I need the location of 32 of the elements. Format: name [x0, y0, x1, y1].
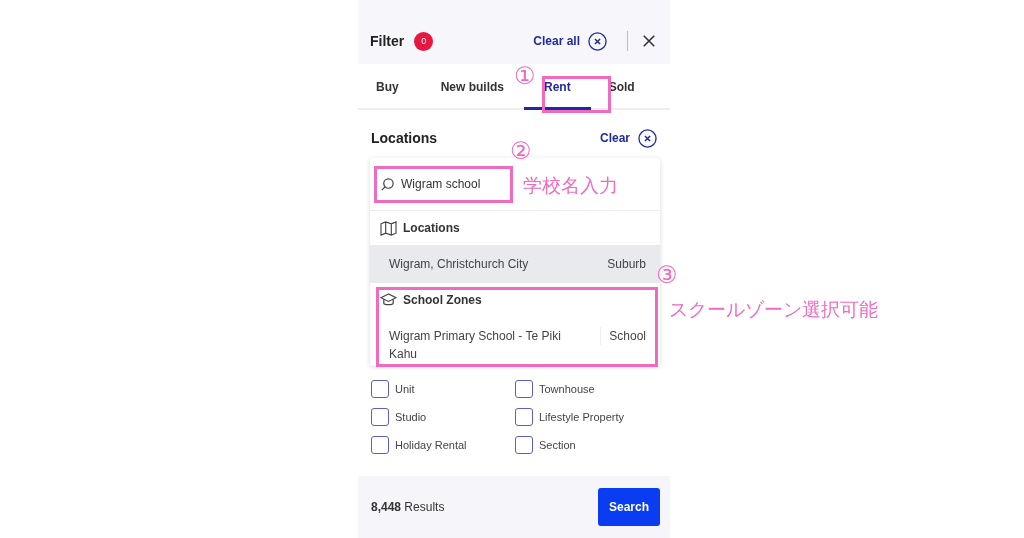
checkbox-label: Lifestyle Property — [539, 411, 624, 423]
annotation-label: スクールゾーン選択可能 — [669, 298, 878, 322]
graduation-cap-icon — [380, 292, 397, 308]
section-heading: Locations — [403, 221, 460, 235]
section-heading: School Zones — [403, 293, 482, 307]
checkbox[interactable] — [371, 380, 389, 398]
count-badge: 0 — [414, 31, 434, 51]
results-count: 8,448 Results — [371, 500, 445, 514]
checkbox-label: Holiday Rental — [395, 439, 467, 451]
search-button[interactable]: Search — [598, 488, 660, 526]
checkbox[interactable] — [515, 436, 533, 454]
checkbox[interactable] — [371, 436, 389, 454]
checkbox-label: Section — [539, 439, 576, 451]
checkbox[interactable] — [515, 380, 533, 398]
locations-heading: Locations — [371, 130, 438, 146]
search-icon — [380, 176, 395, 192]
checkbox-label: Townhouse — [539, 383, 595, 395]
highlight-frame — [542, 76, 611, 113]
filter-title: Filter — [370, 33, 405, 49]
clear-icon[interactable] — [588, 31, 607, 51]
checkbox-label: Studio — [395, 411, 427, 423]
checkbox[interactable] — [371, 408, 389, 426]
annotation-label: 学校名入力 — [523, 174, 618, 198]
clear-button[interactable]: Clear — [599, 131, 630, 145]
tab[interactable]: Buy — [362, 64, 413, 110]
close-icon[interactable] — [642, 34, 656, 48]
clear-all-button[interactable]: Clear all — [533, 34, 580, 48]
checkbox[interactable] — [515, 408, 533, 426]
map-icon — [380, 220, 397, 236]
checkbox-label: Unit — [395, 383, 415, 395]
suggestion-item[interactable]: Wigram Primary School - Te Piki Kahu School — [370, 317, 660, 373]
clear-icon[interactable] — [638, 128, 657, 148]
